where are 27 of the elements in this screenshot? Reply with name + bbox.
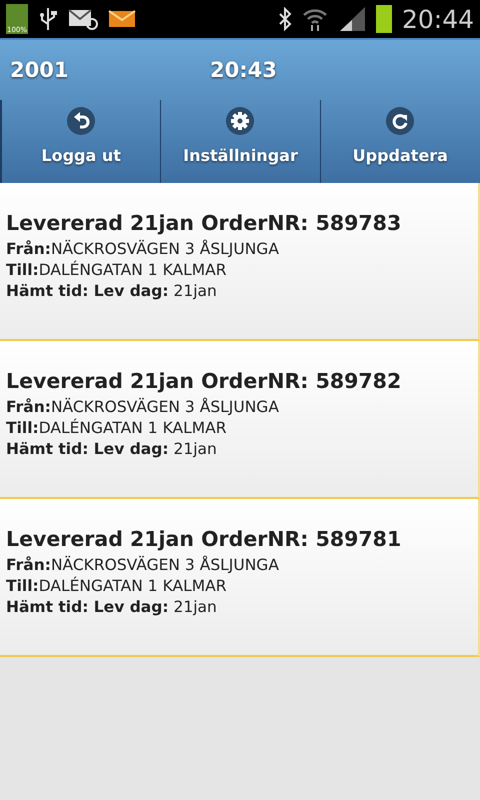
user-id: 2001 <box>10 58 68 82</box>
signal-icon <box>338 6 366 32</box>
order-detail: Till:DALÉNGATAN 1 KALMAR <box>6 418 228 439</box>
refresh-icon <box>385 106 416 136</box>
order-card[interactable]: Levererad 21jan OrderNR: 589781 Från:NÄCKROSVÄGEN 3 ÅSLJUNGA Till:DALÉNGATAN 1 KALMAR Hämt tid: Lev dag: 21jan <box>0 499 480 657</box>
order-title: Levererad 21jan OrderNR: 589781 <box>6 527 402 551</box>
bluetooth-icon <box>278 7 292 31</box>
clock-time: 20:44 <box>402 4 474 34</box>
envelope-icon <box>108 8 136 30</box>
header-time: 20:43 <box>210 58 277 82</box>
usb-icon <box>38 6 58 32</box>
order-detail: Till:DALÉNGATAN 1 KALMAR <box>6 260 228 281</box>
order-detail: Hämt tid: Lev dag: 21jan <box>6 439 218 460</box>
order-title: Levererad 21jan OrderNR: 589783 <box>6 211 402 235</box>
toolbar-button[interactable]: Uppdatera <box>320 100 480 183</box>
email-icon <box>68 8 98 30</box>
order-card[interactable]: Levererad 21jan OrderNR: 589783 Från:NÄCKROSVÄGEN 3 ÅSLJUNGA Till:DALÉNGATAN 1 KALMAR Hämt tid: Lev dag: 21jan <box>0 183 480 341</box>
order-detail: Från:NÄCKROSVÄGEN 3 ÅSLJUNGA <box>6 397 280 418</box>
order-detail: Hämt tid: Lev dag: 21jan <box>6 597 218 618</box>
order-detail: Från:NÄCKROSVÄGEN 3 ÅSLJUNGA <box>6 555 280 576</box>
order-title: Levererad 21jan OrderNR: 589782 <box>6 369 402 393</box>
order-detail: Från:NÄCKROSVÄGEN 3 ÅSLJUNGA <box>6 239 280 260</box>
order-card[interactable]: Levererad 21jan OrderNR: 589782 Från:NÄCKROSVÄGEN 3 ÅSLJUNGA Till:DALÉNGATAN 1 KALMAR Hämt tid: Lev dag: 21jan <box>0 341 480 499</box>
settings-icon <box>225 106 256 136</box>
order-detail: Hämt tid: Lev dag: 21jan <box>6 281 218 302</box>
order-detail: Till:DALÉNGATAN 1 KALMAR <box>6 576 228 597</box>
battery-icon <box>376 5 392 33</box>
